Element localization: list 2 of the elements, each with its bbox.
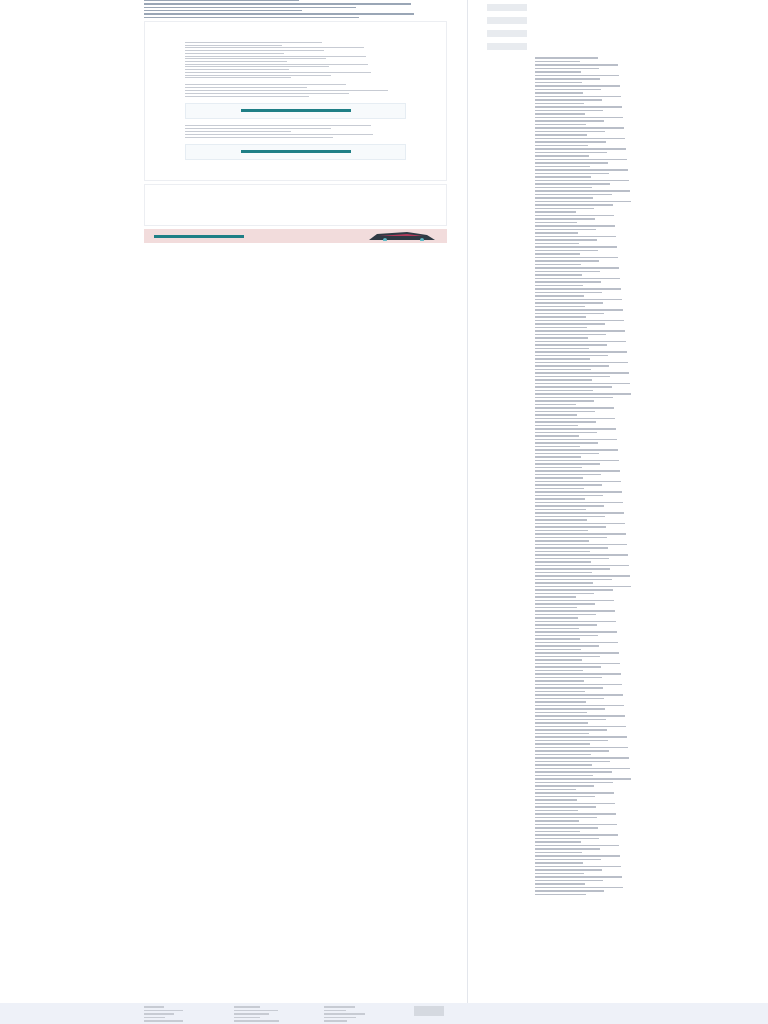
icon-row-drawing [414, 1006, 444, 1016]
car-drawing [367, 231, 437, 241]
